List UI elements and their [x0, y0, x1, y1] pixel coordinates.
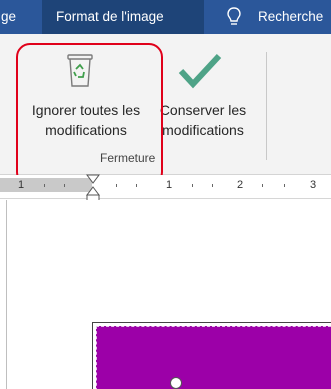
ruler-mark: 1: [166, 179, 173, 191]
ruler-tick: [44, 184, 45, 187]
ruler-tick: [262, 184, 263, 187]
keep-changes-button[interactable]: Conserver les modifications: [150, 34, 258, 146]
horizontal-ruler[interactable]: 1 1 2 3: [0, 175, 331, 199]
tab-previous[interactable]: ge: [0, 0, 38, 34]
ruler-tick: [136, 184, 137, 187]
selected-picture[interactable]: [96, 326, 331, 389]
ruler-tick: [116, 184, 117, 187]
tab-picture-format[interactable]: Format de l'image: [42, 0, 204, 34]
ruler-mark: 3: [310, 179, 317, 191]
ruler-tick: [212, 184, 213, 187]
tell-me-search[interactable]: Recherche: [258, 0, 323, 34]
ruler-tick: [64, 184, 65, 187]
ribbon-group-separator: [266, 52, 267, 160]
ruler-mark: 2: [237, 179, 244, 191]
highlight-annotation: [16, 43, 163, 186]
keep-changes-label: Conserver les modifications: [159, 102, 247, 138]
resize-handle[interactable]: [170, 377, 182, 389]
checkmark-icon: [178, 53, 222, 89]
ribbon-tab-bar: ge Format de l'image Recherche: [0, 0, 331, 34]
lightbulb-icon[interactable]: [226, 7, 242, 27]
ruler-tick: [284, 184, 285, 187]
ruler-left-margin: [0, 178, 92, 192]
ruler-mark: 1: [18, 179, 25, 191]
ruler-tick: [192, 184, 193, 187]
page-edge: [6, 200, 7, 389]
